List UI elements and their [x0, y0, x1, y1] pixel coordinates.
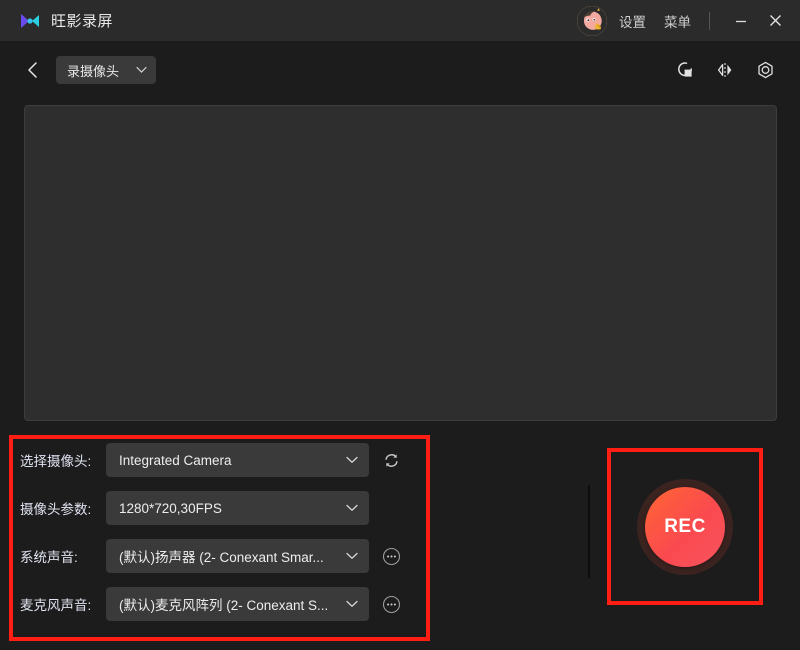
camera-params-value: 1280*720,30FPS: [119, 500, 222, 516]
system-audio-label: 系统声音:: [20, 550, 78, 565]
chevron-down-icon: [346, 600, 358, 608]
screen-recorder-window: 旺影录屏 设置 菜单 录摄像头 选择摄像头: Integrated Camera…: [0, 0, 800, 650]
camera-select-row: 选择摄像头: Integrated Camera: [20, 443, 401, 477]
mode-dropdown-label: 录摄像头: [67, 63, 120, 79]
title-bar: 旺影录屏 设置 菜单: [0, 0, 800, 41]
camera-select[interactable]: Integrated Camera: [106, 443, 369, 477]
chevron-left-icon[interactable]: [22, 59, 44, 81]
rotate-icon[interactable]: [674, 59, 696, 81]
settings-link[interactable]: 设置: [619, 11, 646, 31]
chevron-down-icon: [136, 66, 147, 74]
camera-preview-area[interactable]: [24, 105, 777, 421]
bowtie-logo-icon: [19, 11, 41, 31]
mirror-flip-icon[interactable]: [714, 59, 736, 81]
titlebar-divider: [709, 11, 710, 30]
vertical-divider: [588, 485, 590, 578]
system-audio-value: (默认)扬声器 (2- Conexant Smar...: [119, 550, 324, 565]
microphone-select[interactable]: (默认)麦克风阵列 (2- Conexant S...: [106, 587, 369, 621]
camera-params-row: 摄像头参数: 1280*720,30FPS: [20, 491, 369, 525]
mode-dropdown[interactable]: 录摄像头: [56, 56, 156, 84]
chevron-down-icon: [346, 552, 358, 560]
system-audio-row: 系统声音: (默认)扬声器 (2- Conexant Smar...: [20, 539, 401, 573]
mode-toolbar: 录摄像头: [0, 41, 800, 99]
camera-select-value: Integrated Camera: [119, 452, 232, 468]
microphone-label: 麦克风声音:: [20, 598, 92, 613]
app-title: 旺影录屏: [51, 13, 114, 30]
record-button-ring: REC: [637, 479, 733, 575]
menu-link[interactable]: 菜单: [664, 11, 691, 31]
more-options-icon[interactable]: [381, 594, 401, 614]
camera-select-label: 选择摄像头:: [20, 454, 92, 469]
camera-settings-icon[interactable]: [754, 59, 776, 81]
record-area: REC: [611, 452, 759, 602]
camera-params-select[interactable]: 1280*720,30FPS: [106, 491, 369, 525]
record-button-label: REC: [664, 516, 706, 537]
chevron-down-icon: [346, 504, 358, 512]
camera-params-label: 摄像头参数:: [20, 502, 92, 517]
close-icon[interactable]: [760, 6, 790, 36]
title-bar-right-controls: 设置 菜单: [577, 0, 800, 41]
capture-settings-panel: 选择摄像头: Integrated Camera 摄像头参数: 1280*720…: [20, 443, 420, 628]
chevron-down-icon: [346, 456, 358, 464]
refresh-icon[interactable]: [381, 450, 401, 470]
record-button[interactable]: REC: [645, 487, 725, 567]
user-avatar[interactable]: [577, 5, 607, 36]
microphone-value: (默认)麦克风阵列 (2- Conexant S...: [119, 598, 329, 613]
more-options-icon[interactable]: [381, 546, 401, 566]
minimize-icon[interactable]: [726, 6, 756, 36]
microphone-row: 麦克风声音: (默认)麦克风阵列 (2- Conexant S...: [20, 587, 401, 621]
camera-tool-icons: [674, 59, 776, 81]
system-audio-select[interactable]: (默认)扬声器 (2- Conexant Smar...: [106, 539, 369, 573]
